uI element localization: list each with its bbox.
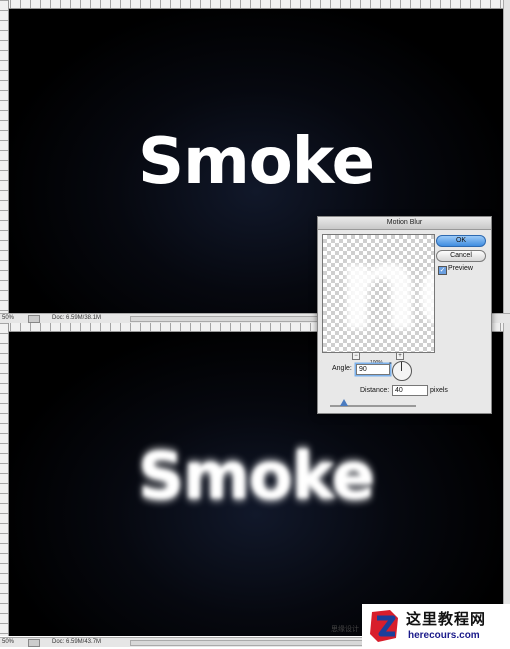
bottom-doc-size[interactable]: Doc: 6.59M/43.7M bbox=[52, 638, 101, 647]
watermark-logo bbox=[370, 610, 398, 642]
distance-label: Distance: bbox=[360, 387, 390, 394]
top-doc-size[interactable]: Doc: 6.59M/38.1M bbox=[52, 314, 101, 323]
dialog-title[interactable]: Motion Blur bbox=[318, 217, 491, 230]
top-navigator-icon[interactable] bbox=[28, 315, 40, 323]
watermark-chinese-name: 这里教程网 bbox=[406, 610, 487, 628]
preview-glyph: ne bbox=[337, 234, 434, 353]
bottom-navigator-icon[interactable] bbox=[28, 639, 40, 647]
bottom-zoom-level[interactable]: 50% bbox=[2, 638, 14, 647]
distance-field[interactable]: 40 bbox=[392, 385, 428, 396]
top-horizontal-ruler bbox=[0, 0, 503, 9]
angle-dial[interactable] bbox=[392, 361, 412, 381]
motion-blur-dialog: Motion Blur ne 100% 100% − + OK Cancel ✓… bbox=[317, 216, 492, 414]
angle-field[interactable]: 90 bbox=[356, 364, 390, 375]
top-vertical-ruler bbox=[0, 0, 9, 313]
cancel-button[interactable]: Cancel bbox=[436, 250, 486, 262]
distance-slider-knob[interactable] bbox=[339, 399, 348, 406]
watermark-small-text: 思缘设计 bbox=[331, 626, 359, 633]
angle-label: Angle: bbox=[332, 365, 352, 372]
preview-label: Preview bbox=[448, 265, 473, 272]
bottom-vertical-ruler bbox=[0, 323, 9, 636]
preview-checkbox[interactable]: ✓ bbox=[438, 266, 447, 275]
ok-button[interactable]: OK bbox=[436, 235, 486, 247]
filter-preview[interactable]: ne 100% bbox=[322, 234, 435, 353]
watermark-url: herecours.com bbox=[408, 630, 480, 641]
distance-unit: pixels bbox=[430, 387, 448, 394]
top-zoom-level[interactable]: 50% bbox=[2, 314, 14, 323]
zoom-out-button[interactable]: − bbox=[352, 352, 360, 360]
zoom-in-button[interactable]: + bbox=[396, 352, 404, 360]
bottom-vertical-scrollbar[interactable] bbox=[503, 323, 510, 636]
smoke-text-blurred: Smoke bbox=[138, 440, 375, 514]
watermark: 思缘设计 这里教程网 herecours.com bbox=[331, 604, 510, 649]
top-vertical-scrollbar[interactable] bbox=[503, 0, 510, 313]
smoke-text-sharp: Smoke bbox=[138, 125, 375, 199]
